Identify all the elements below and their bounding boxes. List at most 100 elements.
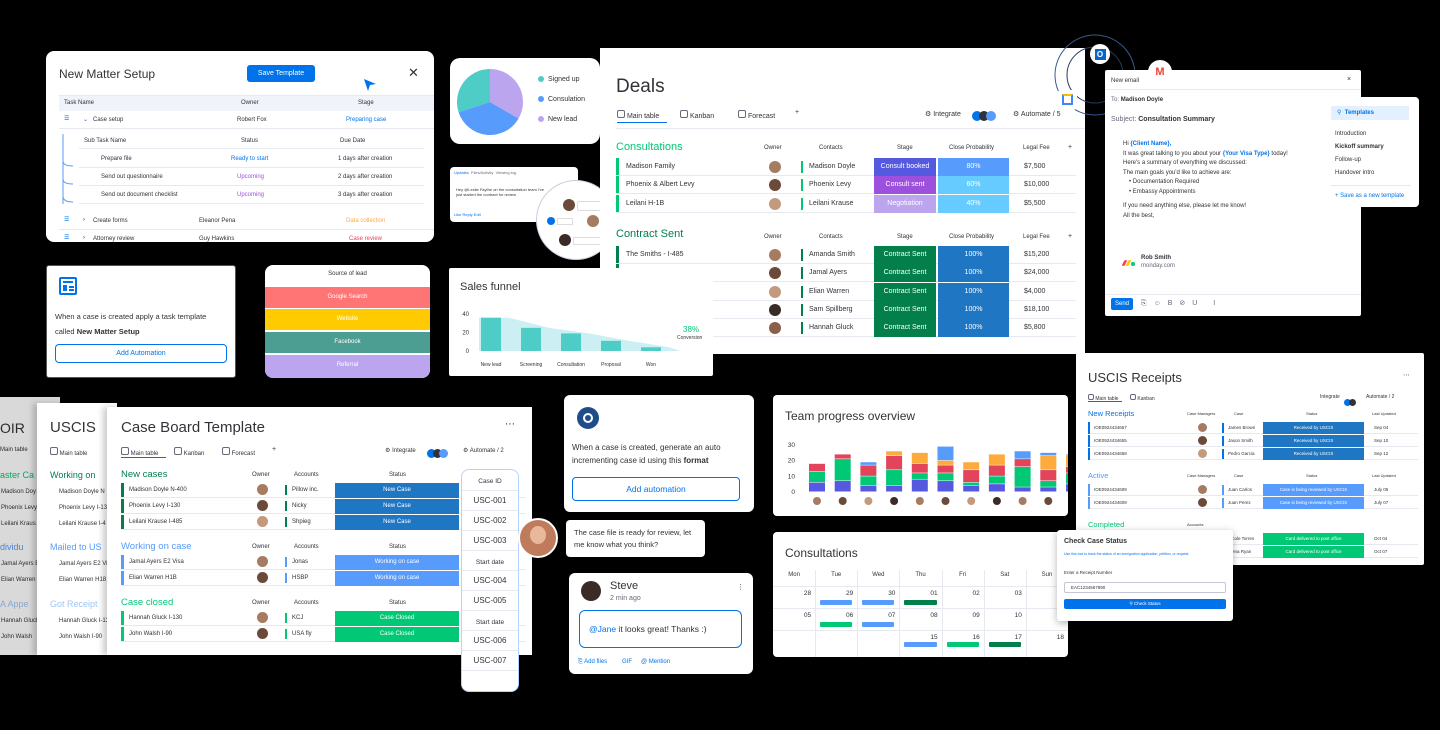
calendar-day[interactable]: 03	[1008, 590, 1022, 597]
case-status[interactable]: New Case	[335, 499, 459, 514]
calendar-event[interactable]	[820, 622, 853, 627]
calendar-day[interactable]: 16	[966, 634, 979, 641]
tab-forecast[interactable]: Forecast	[738, 110, 775, 120]
calendar-day[interactable]: 10	[1008, 612, 1022, 619]
close-icon[interactable]: ×	[1347, 76, 1351, 83]
stage-status[interactable]: Negotiation	[874, 194, 936, 213]
close-probability[interactable]: 100%	[938, 300, 1009, 319]
to-field[interactable]: To: Madison Doyle	[1111, 97, 1163, 103]
menu-icon[interactable]: ☰	[64, 234, 69, 241]
deal-row[interactable]: Leilani H-1B Leilani Krause Negotiation 40%…	[616, 194, 1076, 213]
tab-main-table[interactable]: Main table	[121, 447, 158, 457]
calendar-day[interactable]: 29	[839, 590, 853, 597]
email-toolbar[interactable]: ⎘☺B⊘U I	[1141, 299, 1222, 308]
stage-status[interactable]: Contract Sent	[874, 246, 936, 264]
calendar-day[interactable]: 05	[797, 612, 811, 619]
calendar-day[interactable]: 08	[924, 612, 937, 619]
stage-status[interactable]: Contract Sent	[874, 264, 936, 283]
more-menu-icon[interactable]: ⋯	[1403, 371, 1410, 379]
add-column-button[interactable]: +	[1068, 144, 1072, 151]
lead-source-website[interactable]: Website	[265, 309, 430, 330]
close-probability[interactable]: 100%	[938, 319, 1009, 338]
add-files-button[interactable]: ⎘ Add files	[578, 659, 607, 666]
menu-icon[interactable]: ☰	[64, 115, 69, 122]
calendar-day[interactable]: 01	[924, 590, 937, 597]
tab-forecast[interactable]: Forecast	[222, 447, 255, 457]
calendar-day[interactable]: 18	[1050, 634, 1064, 641]
close-icon[interactable]: ✕	[408, 65, 419, 81]
chevron-right-icon[interactable]: ›	[83, 235, 85, 241]
receipt-status[interactable]: Received by USCIS	[1263, 435, 1364, 447]
tab-kanban[interactable]: Kanban	[1130, 394, 1155, 402]
template-item[interactable]: Kickoff summary	[1335, 144, 1384, 150]
matter-row[interactable]: ☰ › Create forms Eleanor Pena Data colle…	[59, 213, 434, 230]
mention-button[interactable]: @ Mention	[641, 659, 670, 665]
calendar-day[interactable]: 06	[839, 612, 853, 619]
integrate-button[interactable]: ⚙ Integrate	[385, 447, 416, 454]
matter-row-case-setup[interactable]: ☰ ⌄ Case setup Robert Fox Preparing case	[59, 112, 434, 129]
stage-status[interactable]: Consult sent	[874, 176, 936, 195]
check-status-button[interactable]: ⚲ Check Status	[1064, 599, 1226, 609]
add-automation-button[interactable]: Add automation	[572, 477, 740, 501]
lead-source-facebook[interactable]: Facebook	[265, 332, 430, 353]
receipt-row[interactable]: IOE0924434608 Juan Carlos Case is being re…	[1088, 484, 1418, 496]
calendar-event[interactable]	[988, 642, 1021, 647]
calendar-event[interactable]	[904, 642, 937, 647]
template-item[interactable]: Follow-up	[1335, 157, 1361, 163]
lead-source-google[interactable]: Google Search	[265, 287, 430, 308]
receipt-row[interactable]: IOE0924434658 Pedro Garcia Received by USC…	[1088, 448, 1418, 460]
calendar-day[interactable]: 30	[881, 590, 895, 597]
receipt-status[interactable]: Case is being reviewed by USCIS	[1263, 484, 1364, 496]
subtask-row[interactable]: Send out document checklist Upcoming 3 d…	[79, 187, 424, 204]
tab-kanban[interactable]: Kanban	[680, 110, 714, 120]
template-item[interactable]: Introduction	[1335, 131, 1366, 137]
calendar-event[interactable]	[862, 600, 895, 605]
subject-field[interactable]: Subject: Consultation Summary	[1111, 116, 1215, 123]
add-view-button[interactable]: +	[272, 446, 276, 453]
receipt-number-input[interactable]: EAC1234567890	[1064, 582, 1226, 593]
case-id-cell[interactable]: USC-001	[462, 491, 518, 511]
calendar-day[interactable]: 09	[966, 612, 979, 619]
case-id-cell[interactable]: USC-004	[462, 571, 518, 591]
integrate-button[interactable]: Integrate	[1320, 394, 1340, 400]
stage-status[interactable]: Contract Sent	[874, 300, 936, 319]
close-probability[interactable]: 80%	[938, 158, 1009, 176]
receipt-status[interactable]: Received by USCIS	[1263, 448, 1364, 460]
case-status[interactable]: New Case	[335, 483, 459, 498]
add-automation-button[interactable]: Add Automation	[55, 344, 227, 363]
add-view-button[interactable]: +	[795, 109, 799, 116]
calendar-event[interactable]	[946, 642, 979, 647]
calendar-event[interactable]	[862, 622, 895, 627]
case-status[interactable]: Case Closed	[335, 627, 459, 642]
receipt-status[interactable]: Card delivered to post office	[1263, 533, 1364, 545]
lead-source-referral[interactable]: Referral	[265, 355, 430, 378]
chevron-down-icon[interactable]: ⌄	[83, 116, 88, 123]
deal-row[interactable]: The Smiths - I-485 Amanda Smith Contract S…	[616, 246, 1076, 264]
automate-button[interactable]: ⚙ Automate / 2	[463, 447, 504, 454]
receipt-row[interactable]: IOE0924434609 Juan Perez Case is being rev…	[1088, 497, 1418, 509]
receipt-row[interactable]: IOE0924434655 Jason Smith Received by USCI…	[1088, 435, 1418, 447]
case-status[interactable]: Case Closed	[335, 611, 459, 626]
chevron-right-icon[interactable]: ›	[83, 217, 85, 223]
tab-main-table[interactable]: Main table	[617, 110, 659, 120]
close-probability[interactable]: 100%	[938, 282, 1009, 301]
close-probability[interactable]: 60%	[938, 176, 1009, 195]
more-menu-icon[interactable]: ⋮	[737, 583, 744, 591]
calendar-event[interactable]	[820, 600, 853, 605]
stage-status[interactable]: Contract Sent	[874, 319, 936, 338]
email-body[interactable]: Hi {Client Name}, It was great talking t…	[1123, 140, 1323, 221]
case-id-cell[interactable]: USC-007	[462, 651, 518, 671]
more-menu-icon[interactable]: ⋯	[505, 419, 515, 430]
calendar-day[interactable]: 28	[797, 590, 811, 597]
case-id-cell[interactable]: USC-003	[462, 531, 518, 551]
menu-icon[interactable]: ☰	[64, 216, 69, 223]
stage-status[interactable]: Consult booked	[874, 158, 936, 176]
receipt-status[interactable]: Card delivered to post office	[1263, 546, 1364, 558]
update-actions[interactable]: Like Reply Edit	[454, 212, 481, 217]
receipt-status[interactable]: Received by USCIS	[1263, 422, 1364, 434]
case-id-cell[interactable]: USC-002	[462, 511, 518, 531]
close-probability[interactable]: 100%	[938, 264, 1009, 283]
template-item[interactable]: Handover intro	[1335, 170, 1374, 176]
calendar-event[interactable]	[904, 600, 937, 605]
deal-row[interactable]: Madison Family Madison Doyle Consult booke…	[616, 158, 1076, 176]
